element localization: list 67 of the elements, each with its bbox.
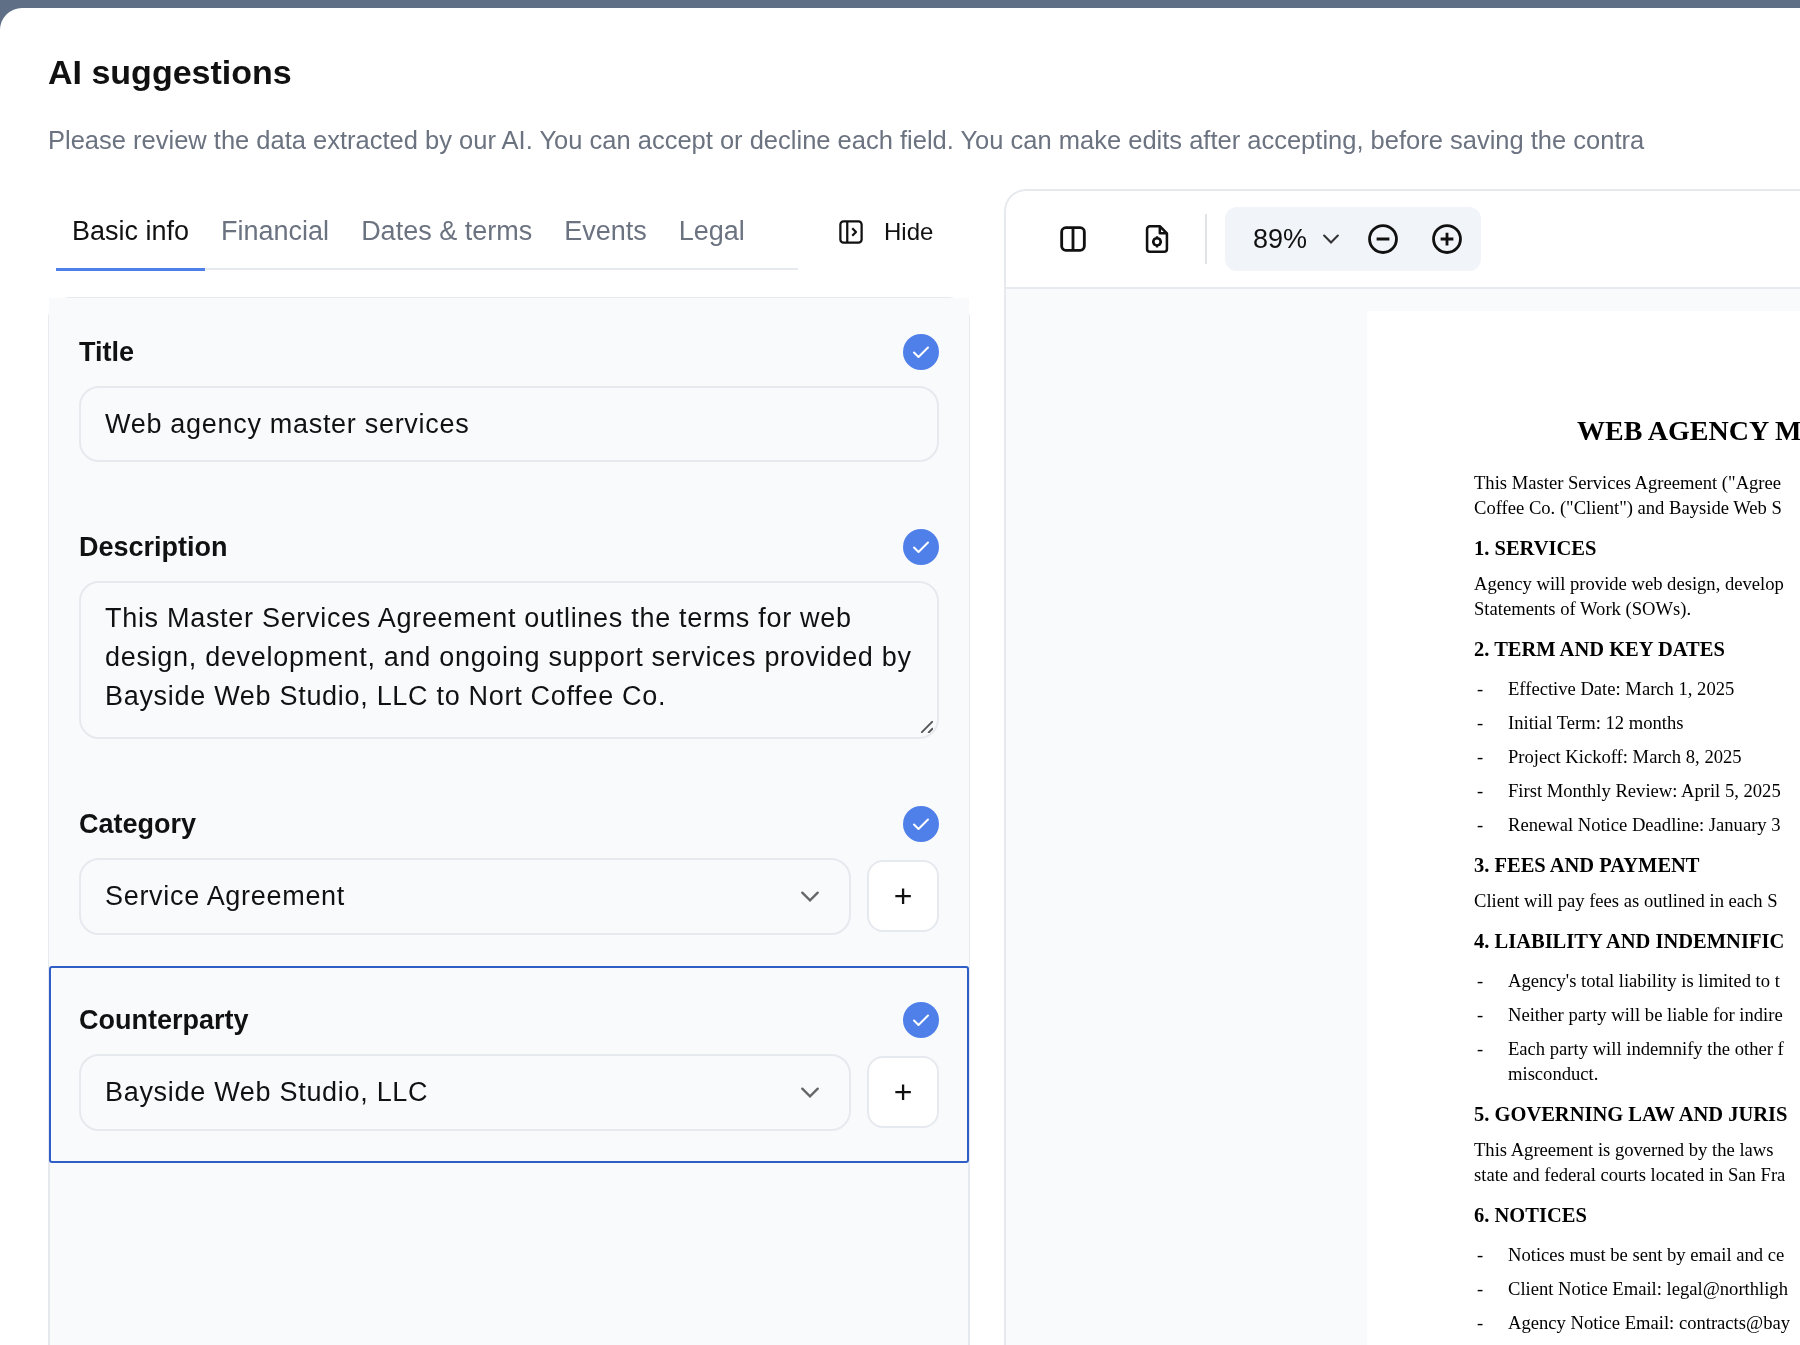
dialog-subtitle: Please review the data extracted by our AI. You can accept or decline each field. You can make edits after accepting, before saving the contra (48, 125, 1646, 156)
list-item-line: misconduct. (1508, 1062, 1600, 1086)
list-bullet: - (1476, 745, 1485, 769)
add-button[interactable]: + (867, 860, 939, 932)
paragraph-line: This Agreement is governed by the laws (1474, 1138, 1775, 1162)
select-field[interactable]: Bayside Web Studio, LLC (79, 1054, 851, 1131)
section-heading: 1. SERVICES (1474, 536, 1598, 561)
paragraph-line: Statements of Work (SOWs). (1474, 597, 1693, 621)
list-bullet: - (1476, 779, 1485, 803)
list-bullet: - (1476, 1311, 1485, 1335)
list-item-line: Client Notice Email: legal@northligh (1508, 1277, 1788, 1301)
tab[interactable]: Dates & terms (345, 194, 549, 271)
tab[interactable]: Financial (205, 194, 346, 271)
text-field[interactable]: Web agency master services (79, 386, 939, 462)
list-bullet: - (1476, 1243, 1485, 1267)
list-item-line: Renewal Notice Deadline: January 3 (1508, 813, 1781, 837)
list-item-line: Effective Date: March 1, 2025 (1508, 677, 1735, 701)
field-label: Category (79, 808, 197, 840)
tab[interactable]: Basic info (56, 194, 206, 271)
paragraph-line: This Master Services Agreement ("Agree (1474, 471, 1783, 495)
chevron-down-icon (801, 1087, 819, 1098)
plus-circle-icon (1430, 222, 1465, 256)
minus-circle-icon (1366, 222, 1401, 256)
section-heading: 5. GOVERNING LAW AND JURIS (1474, 1102, 1789, 1127)
list-item-line: Agency's total liability is limited to t (1508, 969, 1780, 993)
tab[interactable]: Events (548, 194, 663, 271)
list-bullet: - (1476, 1037, 1485, 1061)
section-heading: 2. TERM AND KEY DATES (1474, 637, 1726, 662)
accept-checkbox[interactable] (903, 334, 939, 370)
list-item-line: Initial Term: 12 months (1508, 711, 1684, 735)
paragraph-line: Client will pay fees as outlined in each S (1474, 889, 1779, 913)
list-bullet: - (1476, 813, 1485, 837)
paragraph-line: Coffee Co. ("Client") and Bayside Web S (1474, 496, 1783, 520)
chevron-down-icon (801, 891, 819, 902)
list-bullet: - (1476, 677, 1485, 701)
add-button[interactable]: + (867, 1056, 939, 1128)
list-item-line: Project Kickoff: March 8, 2025 (1508, 745, 1742, 769)
chevron-down-icon (1323, 234, 1340, 244)
list-item-line: Notices must be sent by email and ce (1508, 1243, 1785, 1267)
section-heading: 6. NOTICES (1474, 1203, 1588, 1228)
panel-expand-icon (836, 217, 866, 247)
list-item-line: Neither party will be liable for indire (1508, 1003, 1783, 1027)
list-bullet: - (1476, 711, 1485, 735)
list-bullet: - (1476, 1277, 1485, 1301)
list-bullet: - (1476, 969, 1485, 993)
list-item-line: Each party will indemnify the other f (1508, 1037, 1784, 1061)
field-label: Title (79, 336, 134, 368)
list-item-line: Agency Notice Email: contracts@bay (1508, 1311, 1790, 1335)
section-heading: 4. LIABILITY AND INDEMNIFIC (1474, 929, 1786, 954)
tab[interactable]: Legal (662, 194, 761, 271)
field-label: Description (79, 531, 228, 563)
accept-checkbox[interactable] (903, 806, 939, 842)
paragraph-line: state and federal courts located in San Fra (1474, 1163, 1787, 1187)
resize-grip-icon (921, 721, 933, 733)
document-title: WEB AGENCY M (1577, 414, 1800, 448)
paragraph-line: Agency will provide web design, develop (1474, 572, 1785, 596)
text-area[interactable]: This Master Services Agreement outlines the terms for web design, development, and ongoing support services provided by Bayside Web Studio, LLC to Nort Coffee Co. (79, 581, 939, 739)
field-label: Counterparty (79, 1004, 249, 1036)
select-field[interactable]: Service Agreement (79, 858, 851, 935)
list-bullet: - (1476, 1003, 1485, 1027)
list-item-line: First Monthly Review: April 5, 2025 (1508, 779, 1781, 803)
section-heading: 3. FEES AND PAYMENT (1474, 853, 1701, 878)
accept-checkbox[interactable] (903, 1002, 939, 1038)
hide-button[interactable]: Hide (832, 213, 938, 251)
dialog-title: AI suggestions (48, 52, 293, 93)
accept-checkbox[interactable] (903, 529, 939, 565)
zoom-dropdown[interactable]: 89% (1253, 223, 1340, 255)
